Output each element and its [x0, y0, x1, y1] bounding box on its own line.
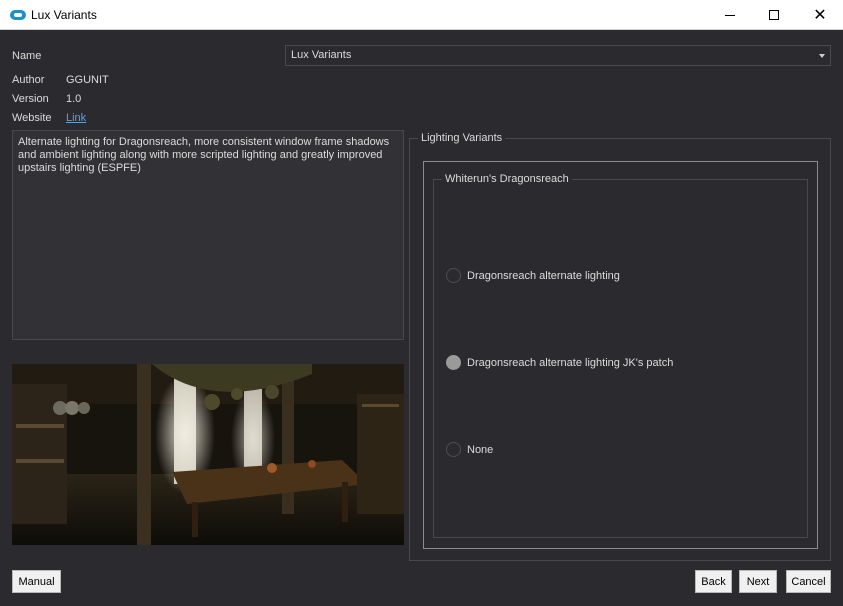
app-icon: [10, 10, 26, 20]
author-value: GGUNIT: [66, 74, 109, 86]
manual-button[interactable]: Manual: [12, 570, 61, 593]
radio-button[interactable]: [446, 442, 461, 457]
option-alternate-lighting[interactable]: Dragonsreach alternate lighting: [446, 268, 620, 283]
preview-image: [12, 364, 404, 545]
option-jk-patch[interactable]: Dragonsreach alternate lighting JK's pat…: [446, 355, 673, 370]
author-label: Author: [12, 74, 45, 86]
minimize-button[interactable]: [707, 0, 753, 30]
description-text[interactable]: Alternate lighting for Dragonsreach, mor…: [12, 130, 404, 340]
radio-button-checked[interactable]: [446, 355, 461, 370]
website-label: Website: [12, 112, 52, 124]
maximize-button[interactable]: [751, 0, 797, 30]
option-none[interactable]: None: [446, 442, 493, 457]
option-label: Dragonsreach alternate lighting JK's pat…: [467, 356, 674, 369]
website-link[interactable]: Link: [66, 112, 86, 124]
version-label: Version: [12, 93, 49, 105]
version-value: 1.0: [66, 93, 82, 105]
minimize-icon: [725, 14, 735, 16]
radio-button[interactable]: [446, 268, 461, 283]
chevron-down-icon: [819, 54, 825, 58]
maximize-icon: [769, 10, 779, 20]
close-icon: ✕: [813, 7, 827, 24]
back-button[interactable]: Back: [695, 570, 732, 593]
cancel-button[interactable]: Cancel: [786, 570, 831, 593]
option-label: Dragonsreach alternate lighting: [467, 269, 620, 282]
dragonsreach-title: Whiterun's Dragonsreach: [442, 173, 572, 185]
name-label: Name: [12, 50, 42, 62]
option-label: None: [467, 443, 494, 456]
lighting-variants-title: Lighting Variants: [418, 132, 506, 144]
next-button[interactable]: Next: [739, 570, 777, 593]
window-title: Lux Variants: [31, 8, 97, 22]
preview-scene: [12, 364, 404, 545]
name-dropdown[interactable]: Lux Variants: [285, 45, 831, 66]
title-bar: Lux Variants ✕: [0, 0, 843, 30]
close-button[interactable]: ✕: [797, 0, 843, 30]
name-value: Lux Variants: [291, 49, 352, 61]
